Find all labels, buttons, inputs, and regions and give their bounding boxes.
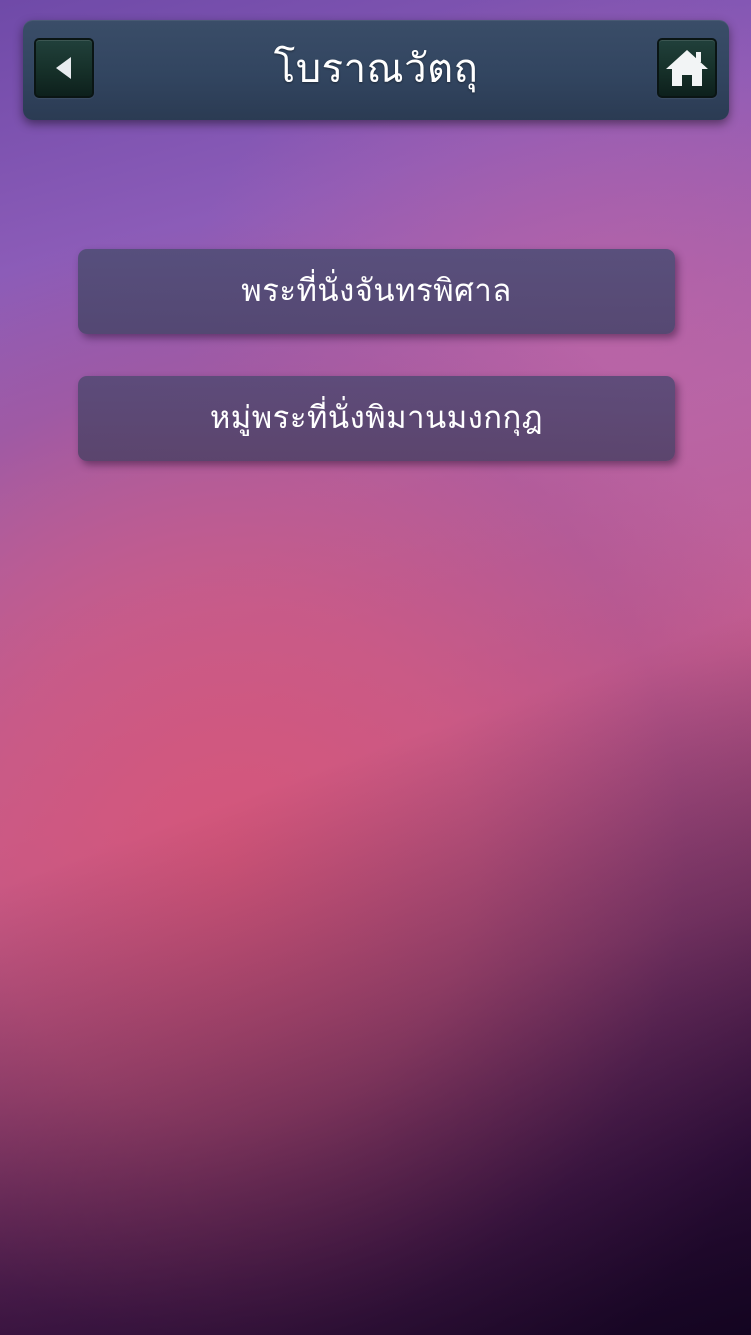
app-screen: โบราณวัตถุ พระที่นั่งจันทรพิศาล หมู่พระท… [0, 0, 751, 1335]
chevron-left-icon [56, 57, 71, 79]
menu-item-phiman-mongkut[interactable]: หมู่พระที่นั่งพิมานมงกกุฎ [78, 376, 675, 461]
menu-item-chan-phisan[interactable]: พระที่นั่งจันทรพิศาล [78, 249, 675, 334]
home-button[interactable] [657, 38, 717, 98]
page-title: โบราณวัตถุ [273, 46, 479, 92]
home-icon [666, 50, 708, 86]
back-button[interactable] [34, 38, 94, 98]
menu-list: พระที่นั่งจันทรพิศาล หมู่พระที่นั่งพิมาน… [78, 249, 675, 503]
header-bar: โบราณวัตถุ [23, 20, 729, 120]
